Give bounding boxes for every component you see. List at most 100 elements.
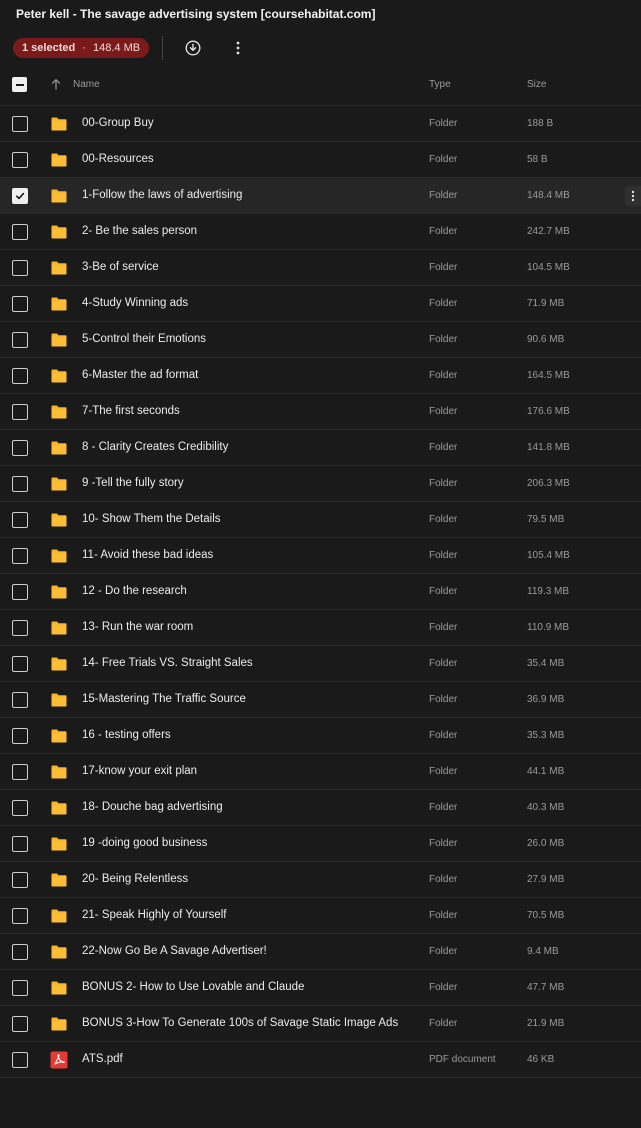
row-checkbox[interactable] xyxy=(12,296,28,312)
file-type: Folder xyxy=(429,334,458,345)
file-name[interactable]: 13- Run the war room xyxy=(82,621,193,633)
file-name[interactable]: ATS.pdf xyxy=(82,1053,123,1065)
file-name[interactable]: 2- Be the sales person xyxy=(82,225,197,237)
file-name[interactable]: BONUS 2- How to Use Lovable and Claude xyxy=(82,981,304,993)
folder-icon xyxy=(50,151,68,169)
more-options-button[interactable] xyxy=(227,37,249,59)
file-row[interactable]: 8 - Clarity Creates Credibility Folder 141… xyxy=(0,430,641,466)
row-checkbox[interactable] xyxy=(12,188,28,204)
row-checkbox[interactable] xyxy=(12,512,28,528)
row-checkbox[interactable] xyxy=(12,404,28,420)
row-checkbox[interactable] xyxy=(12,116,28,132)
row-checkbox[interactable] xyxy=(12,728,28,744)
file-name[interactable]: 5-Control their Emotions xyxy=(82,333,206,345)
row-checkbox[interactable] xyxy=(12,908,28,924)
file-row[interactable]: 10- Show Them the Details Folder 79.5 MB xyxy=(0,502,641,538)
file-name[interactable]: BONUS 3-How To Generate 100s of Savage S… xyxy=(82,1017,398,1029)
file-row[interactable]: 2- Be the sales person Folder 242.7 MB xyxy=(0,214,641,250)
file-name[interactable]: 7-The first seconds xyxy=(82,405,180,417)
file-name[interactable]: 9 -Tell the fully story xyxy=(82,477,184,489)
more-vertical-icon xyxy=(236,41,240,55)
file-name[interactable]: 15-Mastering The Traffic Source xyxy=(82,693,246,705)
file-name[interactable]: 16 - testing offers xyxy=(82,729,171,741)
file-row[interactable]: 12 - Do the research Folder 119.3 MB xyxy=(0,574,641,610)
row-checkbox[interactable] xyxy=(12,944,28,960)
row-checkbox[interactable] xyxy=(12,980,28,996)
file-row[interactable]: 3-Be of service Folder 104.5 MB xyxy=(0,250,641,286)
row-checkbox[interactable] xyxy=(12,260,28,276)
row-more-button[interactable] xyxy=(625,186,641,206)
file-name[interactable]: 00-Group Buy xyxy=(82,117,154,129)
folder-icon xyxy=(50,907,68,925)
file-row[interactable]: 00-Group Buy Folder 188 B xyxy=(0,106,641,142)
row-checkbox[interactable] xyxy=(12,332,28,348)
file-name[interactable]: 8 - Clarity Creates Credibility xyxy=(82,441,228,453)
download-button[interactable] xyxy=(182,37,204,59)
selection-badge[interactable]: 1 selected · 148.4 MB xyxy=(13,38,150,58)
file-row[interactable]: 17-know your exit plan Folder 44.1 MB xyxy=(0,754,641,790)
row-checkbox[interactable] xyxy=(12,620,28,636)
file-row[interactable]: 6-Master the ad format Folder 164.5 MB xyxy=(0,358,641,394)
file-row[interactable]: 13- Run the war room Folder 110.9 MB xyxy=(0,610,641,646)
row-checkbox[interactable] xyxy=(12,368,28,384)
file-type: Folder xyxy=(429,406,458,417)
file-type: Folder xyxy=(429,478,458,489)
folder-icon xyxy=(50,763,68,781)
file-row[interactable]: 15-Mastering The Traffic Source Folder 36.… xyxy=(0,682,641,718)
row-checkbox[interactable] xyxy=(12,152,28,168)
file-row[interactable]: 16 - testing offers Folder 35.3 MB xyxy=(0,718,641,754)
row-checkbox[interactable] xyxy=(12,584,28,600)
arrow-up-icon[interactable] xyxy=(51,78,61,90)
file-name[interactable]: 19 -doing good business xyxy=(82,837,207,849)
select-all-checkbox[interactable] xyxy=(12,77,27,92)
row-checkbox[interactable] xyxy=(12,692,28,708)
row-checkbox[interactable] xyxy=(12,548,28,564)
file-row[interactable]: 14- Free Trials VS. Straight Sales Folder… xyxy=(0,646,641,682)
file-size: 119.3 MB xyxy=(527,586,570,597)
file-row[interactable]: 22-Now Go Be A Savage Advertiser! Folder 9… xyxy=(0,934,641,970)
file-name[interactable]: 12 - Do the research xyxy=(82,585,187,597)
row-checkbox[interactable] xyxy=(12,764,28,780)
file-row[interactable]: 18- Douche bag advertising Folder 40.3 MB xyxy=(0,790,641,826)
row-checkbox[interactable] xyxy=(12,800,28,816)
file-name[interactable]: 14- Free Trials VS. Straight Sales xyxy=(82,657,253,669)
file-name[interactable]: 18- Douche bag advertising xyxy=(82,801,223,813)
row-checkbox[interactable] xyxy=(12,440,28,456)
file-name[interactable]: 6-Master the ad format xyxy=(82,369,198,381)
file-row[interactable]: 00-Resources Folder 58 B xyxy=(0,142,641,178)
file-row[interactable]: 5-Control their Emotions Folder 90.6 MB xyxy=(0,322,641,358)
column-name[interactable]: Name xyxy=(73,79,100,90)
file-name[interactable]: 3-Be of service xyxy=(82,261,159,273)
file-name[interactable]: 11- Avoid these bad ideas xyxy=(82,549,213,561)
file-row[interactable]: 7-The first seconds Folder 176.6 MB xyxy=(0,394,641,430)
file-name[interactable]: 1-Follow the laws of advertising xyxy=(82,189,242,201)
pdf-icon xyxy=(50,1051,68,1069)
file-row[interactable]: 1-Follow the laws of advertising Folder 14… xyxy=(0,178,641,214)
row-checkbox[interactable] xyxy=(12,656,28,672)
row-checkbox[interactable] xyxy=(12,224,28,240)
file-row[interactable]: BONUS 3-How To Generate 100s of Savage S… xyxy=(0,1006,641,1042)
row-checkbox[interactable] xyxy=(12,476,28,492)
file-name[interactable]: 4-Study Winning ads xyxy=(82,297,188,309)
row-checkbox[interactable] xyxy=(12,1052,28,1068)
file-row[interactable]: BONUS 2- How to Use Lovable and Claude Fo… xyxy=(0,970,641,1006)
file-name[interactable]: 22-Now Go Be A Savage Advertiser! xyxy=(82,945,267,957)
file-name[interactable]: 17-know your exit plan xyxy=(82,765,197,777)
file-row[interactable]: ATS.pdf PDF document 46 KB xyxy=(0,1042,641,1078)
file-size: 104.5 MB xyxy=(527,262,570,273)
file-name[interactable]: 20- Being Relentless xyxy=(82,873,188,885)
file-row[interactable]: 21- Speak Highly of Yourself Folder 70.5 M… xyxy=(0,898,641,934)
row-checkbox[interactable] xyxy=(12,872,28,888)
row-checkbox[interactable] xyxy=(12,836,28,852)
file-name[interactable]: 00-Resources xyxy=(82,153,154,165)
file-row[interactable]: 19 -doing good business Folder 26.0 MB xyxy=(0,826,641,862)
file-row[interactable]: 9 -Tell the fully story Folder 206.3 MB xyxy=(0,466,641,502)
file-row[interactable]: 11- Avoid these bad ideas Folder 105.4 MB xyxy=(0,538,641,574)
file-row[interactable]: 20- Being Relentless Folder 27.9 MB xyxy=(0,862,641,898)
row-checkbox[interactable] xyxy=(12,1016,28,1032)
column-type[interactable]: Type xyxy=(429,79,451,90)
file-row[interactable]: 4-Study Winning ads Folder 71.9 MB xyxy=(0,286,641,322)
file-name[interactable]: 10- Show Them the Details xyxy=(82,513,221,525)
column-size[interactable]: Size xyxy=(527,79,546,90)
file-name[interactable]: 21- Speak Highly of Yourself xyxy=(82,909,226,921)
